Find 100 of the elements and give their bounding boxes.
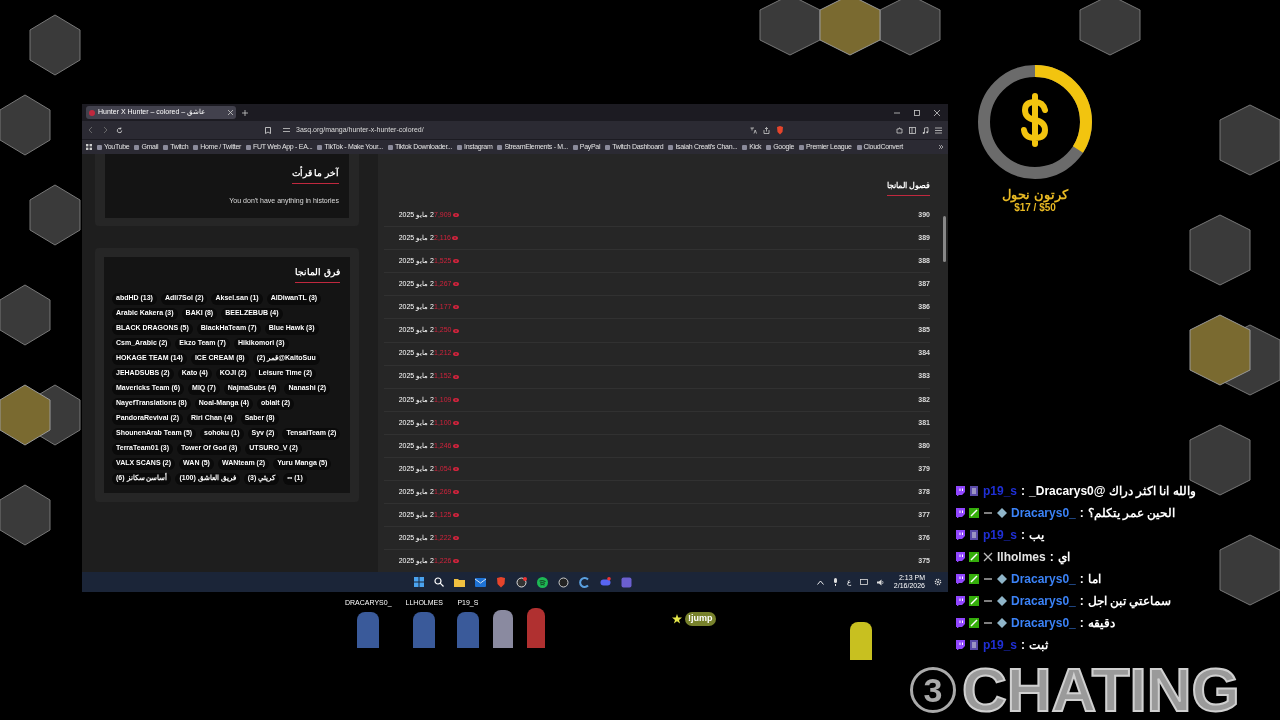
bookmark-favicon-icon	[387, 144, 393, 150]
eye-icon	[452, 236, 458, 241]
eye-icon	[452, 213, 459, 218]
chat-separator: :	[1021, 483, 1026, 500]
pixel-character-drawing	[357, 611, 380, 648]
eye-icon	[452, 259, 459, 264]
bookmark-favicon-icon	[246, 144, 252, 150]
bookmark-favicon-icon	[766, 144, 772, 150]
chat-message: والله انا اكثر دراك @Dracarys0_	[1029, 483, 1196, 500]
apps-grid-icon[interactable]	[86, 144, 92, 150]
monitor-icon[interactable]	[859, 578, 868, 586]
close-icon[interactable]	[934, 109, 940, 116]
back-icon[interactable]	[88, 127, 94, 133]
chat-username[interactable]: Dracarys0_	[1011, 570, 1076, 588]
extensions-icon[interactable]	[896, 126, 903, 134]
envelope-icon[interactable]	[475, 577, 486, 587]
sound-waves-icon[interactable]	[537, 576, 548, 588]
eye-icon	[452, 328, 459, 333]
share-icon[interactable]	[763, 126, 770, 134]
card-heading: فرق المانجا	[295, 266, 340, 283]
sword-badge-icon	[969, 552, 979, 562]
eye-icon	[452, 444, 459, 448]
sword-badge-icon	[969, 596, 979, 606]
minimize-icon[interactable]	[894, 109, 900, 116]
bookmark-favicon-icon	[134, 144, 140, 150]
ring-icon[interactable]	[558, 576, 569, 588]
translate-icon[interactable]	[750, 126, 757, 134]
eye-icon	[452, 351, 459, 356]
chat-username[interactable]: llholmes	[997, 548, 1046, 566]
microphone-icon[interactable]	[832, 578, 838, 586]
eye-icon	[452, 305, 459, 310]
twitch-badge-icon	[955, 552, 965, 562]
chat-message: ثبت	[1029, 637, 1049, 654]
shield-icon[interactable]	[776, 125, 784, 135]
sub-badge-icon	[969, 640, 979, 650]
bookmark-favicon-icon	[572, 144, 578, 150]
twitch-badge-icon	[955, 640, 965, 650]
twitch-badge-icon	[955, 618, 965, 628]
plus-icon[interactable]	[242, 109, 248, 116]
menu-icon[interactable]	[935, 126, 942, 134]
pixel-character-drawing	[413, 611, 436, 648]
chat-separator: :	[1021, 637, 1026, 654]
sub-badge-icon	[969, 486, 979, 496]
sword-badge-icon	[969, 508, 979, 518]
chat-separator: :	[1079, 615, 1084, 632]
site-settings-icon[interactable]	[283, 127, 290, 133]
chat-message: اي	[1057, 549, 1070, 566]
eye-icon	[452, 282, 459, 287]
speaker-icon[interactable]	[876, 578, 885, 586]
shield-icon[interactable]	[496, 576, 506, 588]
goal-title: كرتون نحول	[1002, 188, 1068, 202]
twitch-badge-icon	[955, 574, 965, 584]
twitch-badge-icon	[955, 486, 965, 496]
controller-icon[interactable]	[600, 576, 611, 588]
section-heading: فصول المانجا	[886, 180, 930, 196]
chat-message: الحين عمر يتكلم؟	[1087, 505, 1176, 522]
chat-username[interactable]: Dracarys0_	[1011, 504, 1076, 522]
bookmark-favicon-icon	[605, 144, 611, 150]
chat-command-label: !jump	[685, 612, 716, 626]
arc-icon[interactable]	[579, 576, 590, 588]
bookmark-favicon-icon	[742, 144, 748, 150]
sub-badge-icon	[969, 530, 979, 540]
logo-badge: 3	[910, 667, 956, 713]
close-icon[interactable]	[228, 110, 233, 115]
star-icon	[672, 613, 682, 624]
reload-icon[interactable]	[116, 126, 123, 134]
pixel-character-drawing	[456, 611, 479, 648]
gear-icon[interactable]	[934, 578, 942, 586]
windows-logo-icon[interactable]	[414, 577, 424, 587]
forward-icon[interactable]	[102, 127, 108, 133]
pixel-character-drawing	[850, 622, 872, 660]
sidebar-icon[interactable]	[909, 126, 916, 134]
chat-message: دقيقه	[1087, 615, 1115, 632]
chat-username[interactable]: Dracarys0_	[1011, 614, 1076, 632]
chevron-right-icon[interactable]	[938, 144, 944, 150]
chat-separator: :	[1049, 549, 1054, 566]
music-note-icon[interactable]	[922, 126, 929, 134]
bookmark-favicon-icon	[856, 144, 862, 150]
scrollbar[interactable]	[943, 216, 946, 262]
bookmark-favicon-icon	[193, 144, 199, 150]
chevron-up-icon[interactable]	[816, 579, 824, 585]
bookmark-favicon-icon	[668, 144, 674, 150]
twitch-badge-icon	[955, 596, 965, 606]
eye-icon	[452, 420, 459, 425]
folder-icon[interactable]	[454, 577, 465, 587]
diamond-icon	[997, 596, 1007, 606]
crossed-swords-icon	[983, 552, 993, 562]
eye-icon	[452, 374, 459, 379]
sword-badge-icon	[969, 618, 979, 628]
maximize-icon[interactable]	[914, 109, 920, 116]
eye-icon	[452, 467, 459, 472]
eye-icon	[452, 536, 459, 541]
bookmark-icon[interactable]	[265, 126, 271, 134]
chat-message: يب	[1029, 527, 1045, 544]
chat-username[interactable]: Dracarys0_	[1011, 592, 1076, 610]
twitch-badge-icon	[955, 530, 965, 540]
chat-separator: :	[1079, 593, 1084, 610]
app-icon[interactable]	[621, 576, 632, 588]
search-icon[interactable]	[434, 577, 444, 587]
pixel-character-drawing	[492, 609, 513, 648]
